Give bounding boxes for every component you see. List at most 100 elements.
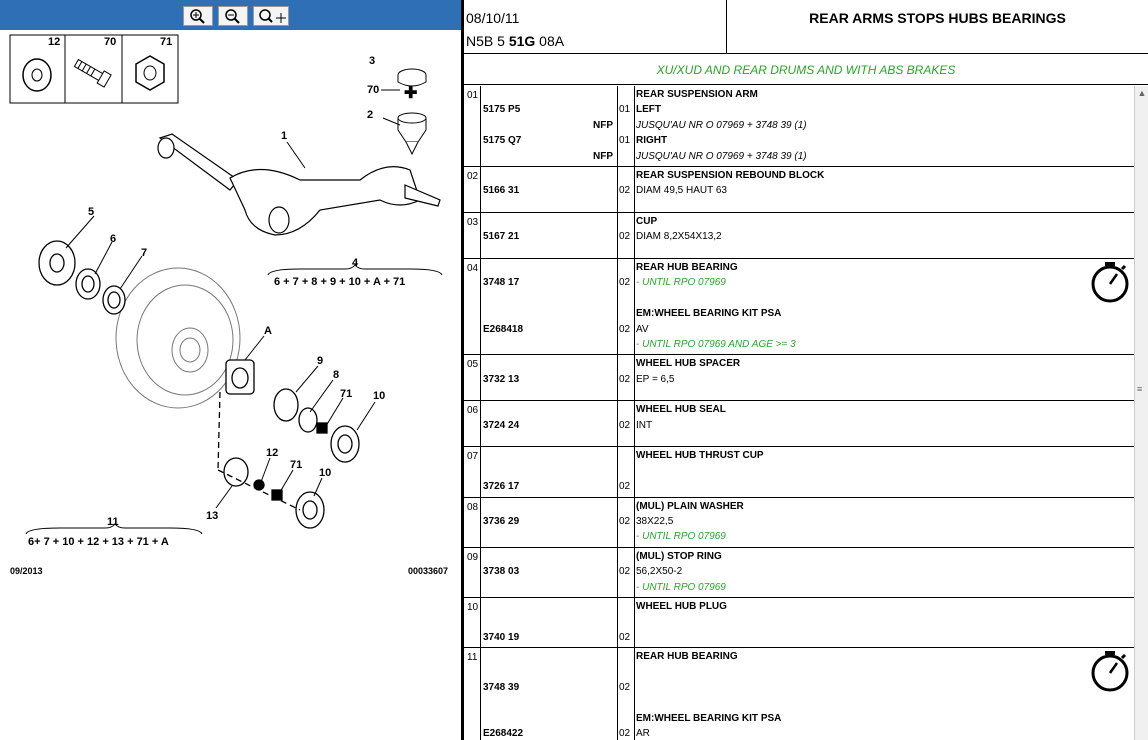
part-reference[interactable]: E268422: [483, 728, 523, 739]
column-divider: [634, 598, 635, 648]
part-reference[interactable]: E268418: [483, 324, 523, 335]
callout-8: 8: [333, 369, 339, 381]
quantity: 02: [619, 323, 631, 335]
zoom-out-icon: [225, 9, 240, 24]
zoom-pan-button[interactable]: [253, 6, 289, 26]
table-row[interactable]: 09 (MUL) STOP RING 3738 03 02 56,2X50-2 - UNT…: [464, 547, 1134, 598]
part-name: REAR HUB BEARING: [636, 651, 738, 663]
rebound-block-drawing: ✚: [397, 68, 427, 156]
column-divider: [634, 86, 635, 166]
formula-4: 6 + 7 + 8 + 9 + 10 + A + 71: [274, 276, 405, 288]
part-reference[interactable]: 3732 13: [483, 374, 519, 385]
part-name: LEFT: [636, 104, 661, 116]
quantity: 02: [619, 373, 631, 385]
part-reference[interactable]: 3740 19: [483, 632, 519, 643]
table-row[interactable]: 11 REAR HUB BEARING 3748 39 02 EM:WHEEL BEAR…: [464, 648, 1134, 740]
callout-5: 5: [88, 206, 94, 218]
column-divider: [617, 401, 618, 447]
row-number: 06: [467, 405, 479, 417]
stopwatch-icon[interactable]: [1088, 648, 1132, 694]
part-detail: JUSQU'AU NR O 07969 + 3748 39 (1): [636, 119, 807, 131]
stopwatch-icon[interactable]: [1088, 259, 1132, 305]
part-reference[interactable]: 3736 29: [483, 516, 519, 527]
callout-6: 6: [110, 233, 116, 245]
column-divider: [617, 167, 618, 212]
table-row[interactable]: 03 CUP 5167 21 02 DIAM 8,2X54X13,2: [464, 213, 1134, 259]
part-reference[interactable]: 5175 Q7: [483, 135, 521, 146]
part-detail: DIAM 8,2X54X13,2: [636, 231, 722, 243]
part-name: (MUL) PLAIN WASHER: [636, 500, 744, 512]
parts-list-panel: 08/10/11 N5B 5 51G 08A REAR ARMS STOPS H…: [464, 0, 1148, 740]
table-row[interactable]: 07 WHEEL HUB THRUST CUP 3726 17 02: [464, 447, 1134, 498]
column-divider: [617, 648, 618, 740]
header-code: N5B 5 51G 08A: [466, 33, 564, 49]
formula-11: 6+ 7 + 10 + 12 + 13 + 71 + A: [28, 536, 169, 548]
column-divider: [634, 401, 635, 447]
quantity: 02: [619, 728, 631, 740]
table-row[interactable]: 01 REAR SUSPENSION ARM 5175 P5 01 LEFT NFP JUS…: [464, 86, 1134, 167]
callout-9: 9: [317, 355, 323, 367]
row-number: 03: [467, 217, 479, 228]
row-number: 10: [467, 602, 479, 613]
quantity: 02: [619, 566, 631, 578]
part-name: CUP: [636, 216, 658, 227]
quantity: 01: [619, 104, 631, 116]
quantity: 02: [619, 231, 631, 243]
suspension-arm-drawing: [157, 133, 441, 236]
part-name: (MUL) STOP RING: [636, 550, 722, 562]
part-detail: - UNTIL RPO 07969 AND AGE >= 3: [636, 339, 796, 350]
part-detail: - UNTIL RPO 07969: [636, 531, 726, 543]
quantity: 02: [619, 631, 631, 643]
table-row[interactable]: 04 REAR HUB BEARING 3748 17 02 - UNTIL RPO 0…: [464, 259, 1134, 356]
part-reference[interactable]: 3748 17: [483, 277, 519, 288]
page-title: REAR ARMS STOPS HUBS BEARINGS: [809, 10, 1066, 26]
callout-70: 70: [367, 84, 379, 96]
table-row[interactable]: 05 WHEEL HUB SPACER 3732 13 02 EP = 6,5: [464, 355, 1134, 402]
column-divider: [634, 259, 635, 355]
callout-71: 71: [340, 388, 352, 400]
part-name: REAR SUSPENSION ARM: [636, 89, 758, 100]
quantity: 02: [619, 185, 631, 197]
quantity: 02: [619, 681, 631, 693]
legend-label-12: 12: [48, 36, 60, 48]
part-name: WHEEL HUB SPACER: [636, 358, 741, 370]
column-divider: [617, 86, 618, 166]
part-reference[interactable]: 5166 31: [483, 185, 519, 196]
header-code-bold: 51G: [508, 33, 536, 49]
zoom-toolbar: [0, 0, 461, 30]
quantity: 02: [619, 515, 631, 527]
scroll-grip-icon[interactable]: ≡: [1137, 384, 1147, 394]
column-divider: [480, 497, 481, 547]
quantity: 01: [619, 135, 631, 147]
vertical-scrollbar[interactable]: ▲ ≡: [1134, 86, 1148, 740]
part-reference[interactable]: 3724 24: [483, 420, 519, 431]
column-divider: [634, 497, 635, 547]
part-reference[interactable]: 3726 17: [483, 481, 519, 492]
part-name: EM:WHEEL BEARING KIT PSA: [636, 308, 782, 320]
quantity: 02: [619, 481, 631, 493]
part-name: WHEEL HUB THRUST CUP: [636, 450, 764, 462]
nfp-flag: NFP: [593, 119, 613, 131]
table-row[interactable]: 08 (MUL) PLAIN WASHER 3736 29 02 38X22,5 - UN…: [464, 497, 1134, 548]
diagram-footer-date: 09/2013: [10, 566, 43, 576]
table-row[interactable]: 10 WHEEL HUB PLUG 3740 19 02: [464, 598, 1134, 649]
scroll-up-icon[interactable]: ▲: [1135, 88, 1148, 98]
row-number: 01: [467, 90, 479, 101]
part-detail: 38X22,5: [636, 515, 674, 527]
table-row[interactable]: 02 REAR SUSPENSION REBOUND BLOCK 5166 31 02…: [464, 167, 1134, 213]
row-number: 04: [467, 263, 479, 274]
part-reference[interactable]: 3738 03: [483, 566, 519, 577]
zoom-in-button[interactable]: [183, 6, 213, 26]
zoom-out-button[interactable]: [218, 6, 248, 26]
table-row[interactable]: 06 WHEEL HUB SEAL 3724 24 02 INT: [464, 401, 1134, 448]
part-reference[interactable]: 5175 P5: [483, 104, 520, 115]
column-divider: [617, 497, 618, 547]
row-number: 09: [467, 551, 479, 563]
part-name: REAR SUSPENSION REBOUND BLOCK: [636, 170, 825, 181]
callout-A: A: [264, 325, 272, 337]
header-info: 08/10/11 N5B 5 51G 08A: [464, 0, 727, 54]
part-detail: - UNTIL RPO 07969: [636, 581, 726, 593]
part-reference[interactable]: 5167 21: [483, 231, 519, 242]
part-reference[interactable]: 3748 39: [483, 682, 519, 693]
column-divider: [480, 648, 481, 740]
